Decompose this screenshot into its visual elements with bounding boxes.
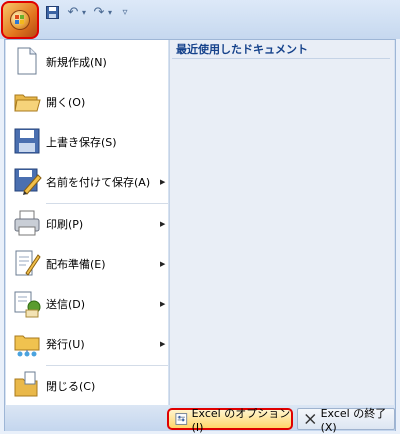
prepare-icon xyxy=(15,250,41,276)
submenu-arrow-icon: ▶ xyxy=(160,220,166,228)
save-disk-icon xyxy=(14,128,40,154)
submenu-arrow-icon: ▶ xyxy=(160,260,166,268)
undo-dropdown-icon[interactable]: ▾ xyxy=(80,4,88,20)
menu-item-label: 開く(O) xyxy=(46,96,86,109)
menu-item-label: 発行(U) xyxy=(46,338,85,351)
redo-icon[interactable]: ↷ xyxy=(92,4,106,20)
recent-documents-title: 最近使用したドキュメント xyxy=(176,43,308,56)
menu-item-save[interactable]: 上書き保存(S) xyxy=(6,122,168,162)
menu-footer: Excel のオプション(I) Excel の終了(X) xyxy=(5,405,395,434)
new-document-icon xyxy=(17,47,37,75)
excel-options-button[interactable]: Excel のオプション(I) xyxy=(167,407,293,434)
printer-icon xyxy=(14,210,40,236)
publish-icon xyxy=(14,335,40,357)
menu-item-publish[interactable]: 発行(U) ▶ xyxy=(6,324,168,364)
office-menu-commands: 新規作成(N) 開く(O) 上書き保存(S) 名前を付けて保存(A) ▶ 印刷(… xyxy=(6,40,168,405)
recent-separator xyxy=(172,58,390,59)
office-logo-mark-icon xyxy=(15,15,24,24)
close-icon xyxy=(305,413,316,425)
menu-item-send[interactable]: 送信(D) ▶ xyxy=(6,284,168,324)
menu-item-label: 上書き保存(S) xyxy=(46,136,117,149)
menu-item-label: 新規作成(N) xyxy=(46,56,107,69)
excel-exit-button[interactable]: Excel の終了(X) xyxy=(297,407,395,434)
customize-icon[interactable]: ▿ xyxy=(120,4,130,20)
menu-item-label: 送信(D) xyxy=(46,298,86,311)
redo-dropdown-icon[interactable]: ▾ xyxy=(106,4,114,20)
menu-item-label: 閉じる(C) xyxy=(46,380,96,393)
menu-item-open[interactable]: 開く(O) xyxy=(6,82,168,122)
menu-item-label: 印刷(P) xyxy=(46,218,84,231)
excel-exit-label: Excel の終了(X) xyxy=(320,406,387,434)
excel-options-label: Excel のオプション(I) xyxy=(191,406,291,434)
office-button[interactable] xyxy=(1,1,39,39)
open-folder-icon xyxy=(14,94,41,112)
options-icon xyxy=(175,413,188,425)
menu-item-save-as[interactable]: 名前を付けて保存(A) ▶ xyxy=(6,162,168,202)
recent-documents-pane: 最近使用したドキュメント xyxy=(169,40,394,405)
menu-item-close[interactable]: 閉じる(C) xyxy=(6,366,168,406)
submenu-arrow-icon: ▶ xyxy=(160,178,166,186)
menu-item-prepare[interactable]: 配布準備(E) ▶ xyxy=(6,244,168,284)
menu-item-print[interactable]: 印刷(P) ▶ xyxy=(6,204,168,244)
menu-item-label: 配布準備(E) xyxy=(46,258,106,271)
undo-icon[interactable]: ↶ xyxy=(66,4,80,20)
menu-item-label: 名前を付けて保存(A) xyxy=(46,176,151,189)
submenu-arrow-icon: ▶ xyxy=(160,340,166,348)
save-as-icon xyxy=(14,168,42,195)
save-icon[interactable] xyxy=(44,4,60,20)
send-icon xyxy=(14,291,41,318)
submenu-arrow-icon: ▶ xyxy=(160,300,166,308)
menu-item-new[interactable]: 新規作成(N) xyxy=(6,42,168,82)
quick-access-toolbar: ↶ ▾ ↷ ▾ ▿ xyxy=(44,3,130,21)
close-folder-icon xyxy=(14,371,38,397)
